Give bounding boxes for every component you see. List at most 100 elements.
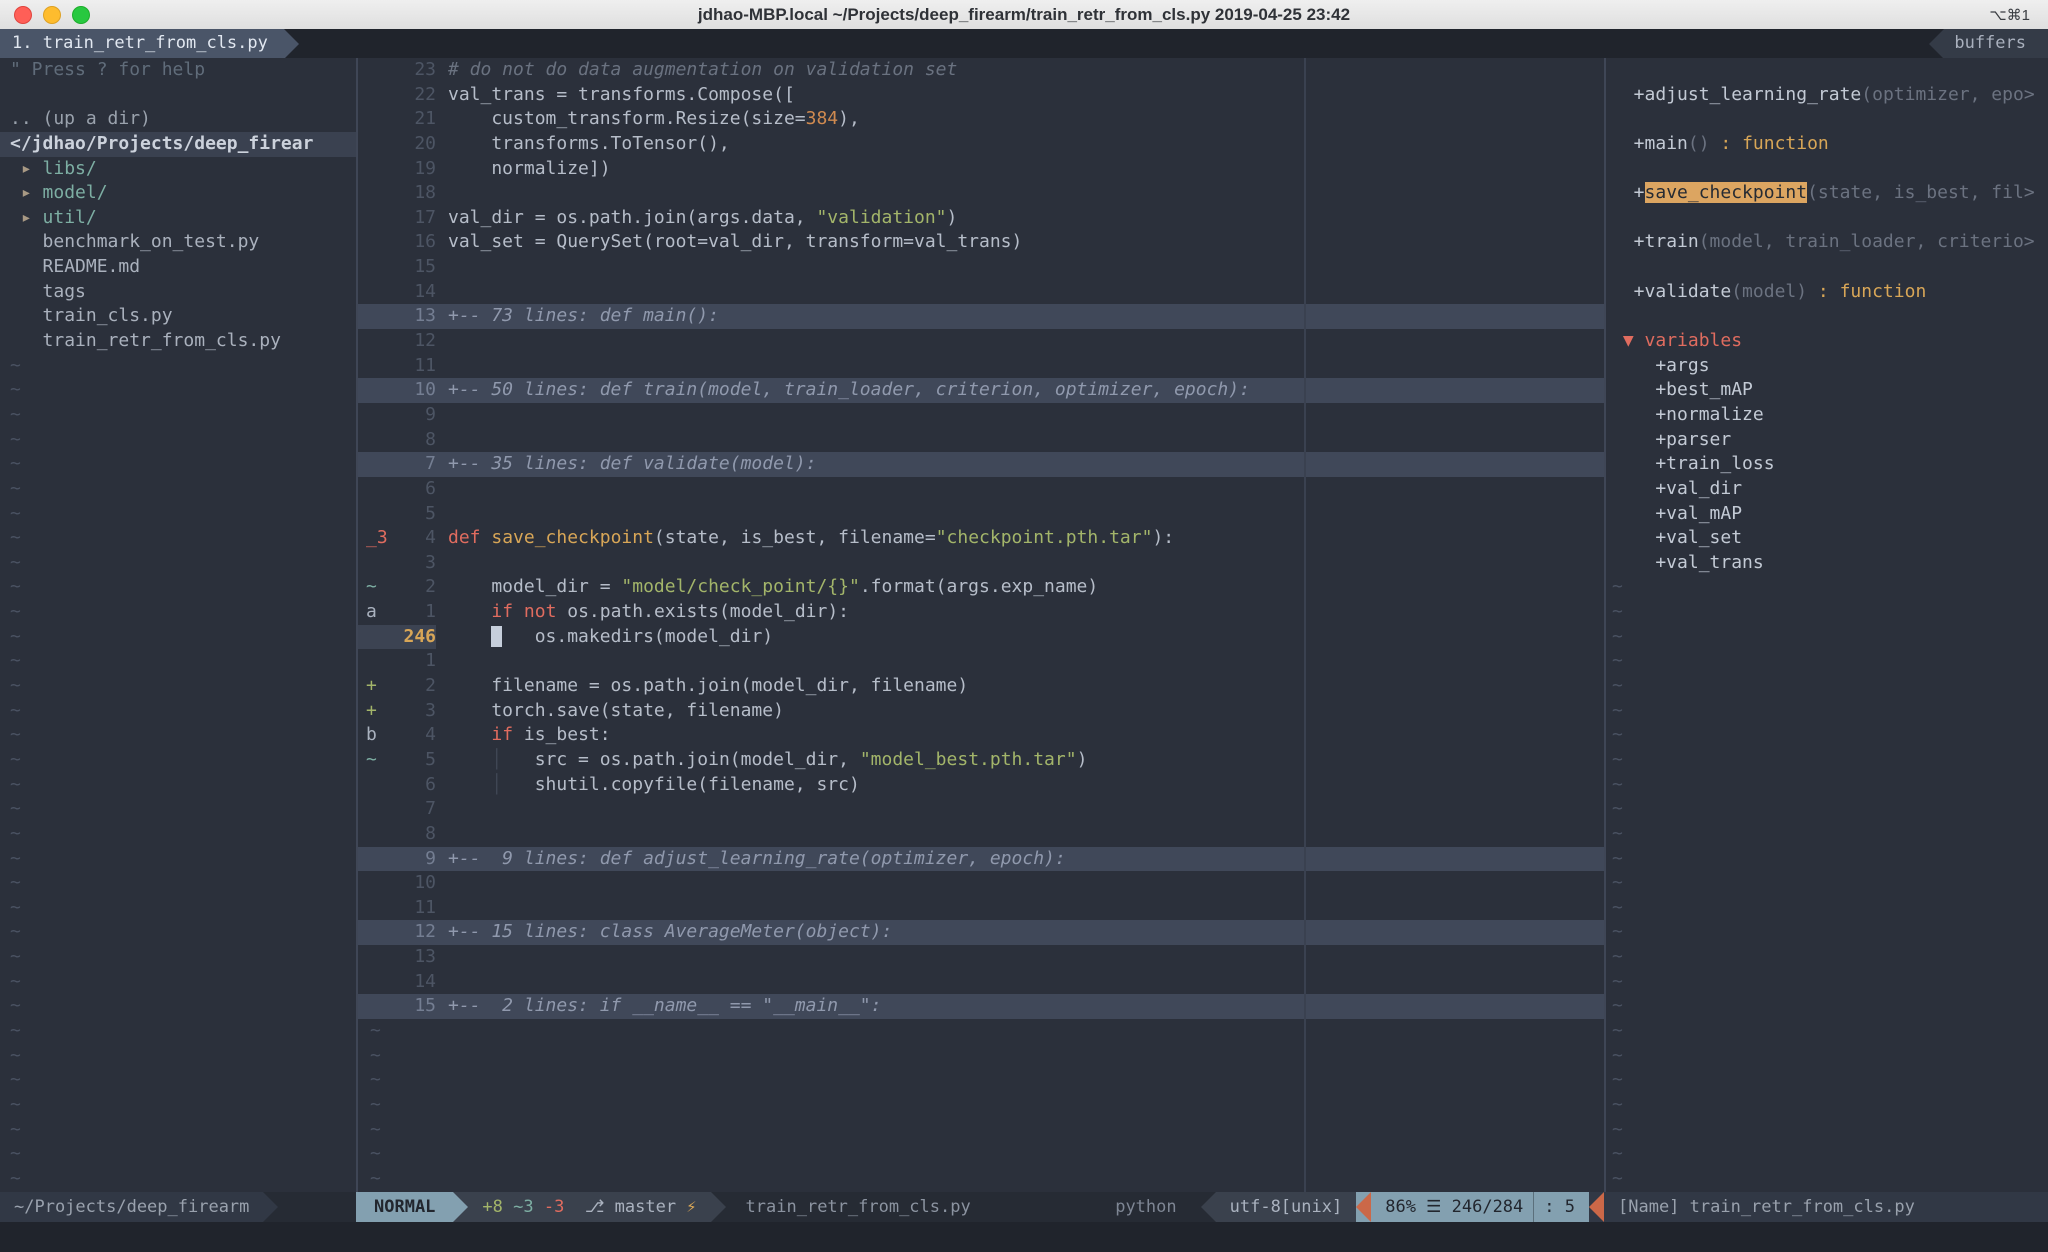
tag-item[interactable]: +args <box>1606 354 2048 379</box>
tag-item[interactable] <box>1606 157 2048 182</box>
token: tags <box>43 281 86 302</box>
code-line[interactable]: _34def save_checkpoint(state, is_best, f… <box>358 526 1606 551</box>
line-number: 10 <box>396 378 436 403</box>
tilde-marker: ~ <box>10 971 21 992</box>
folded-line[interactable]: 12+-- 15 lines: class AverageMeter(objec… <box>358 920 1606 945</box>
tag-item[interactable]: ▼ variables <box>1606 329 2048 354</box>
tag-item[interactable]: +best_mAP <box>1606 378 2048 403</box>
statusline-cursor-column: : 5 <box>1544 1192 1575 1222</box>
code-line[interactable]: 22val_trans = transforms.Compose([ <box>358 83 1606 108</box>
tag-item[interactable] <box>1606 255 2048 280</box>
tag-item[interactable]: +save_checkpoint(state, is_best, fil> <box>1606 181 2048 206</box>
code-line[interactable]: 21 custom_transform.Resize(size=384), <box>358 107 1606 132</box>
code-line[interactable]: 246 os.makedirs(model_dir) <box>358 625 1606 650</box>
tag-item[interactable] <box>1606 58 2048 83</box>
code-line[interactable]: 15 <box>358 255 1606 280</box>
statusline-scroll-position: 86% ☰ 246/284 <box>1385 1192 1523 1222</box>
tag-item[interactable] <box>1606 107 2048 132</box>
tag-item[interactable]: +train(model, train_loader, criterio> <box>1606 230 2048 255</box>
tree-item[interactable] <box>0 83 356 108</box>
tree-item[interactable]: </jdhao/Projects/deep_firear <box>0 132 356 157</box>
tree-item[interactable]: ▸ libs/ <box>0 157 356 182</box>
code-line[interactable]: ~5 │ src = os.path.join(model_dir, "mode… <box>358 748 1606 773</box>
tab-train-retr-from-cls[interactable]: 1. train_retr_from_cls.py <box>0 29 284 58</box>
code-line[interactable]: 19 normalize]) <box>358 157 1606 182</box>
folded-line[interactable]: 15+-- 2 lines: if __name__ == "__main__"… <box>358 994 1606 1019</box>
tag-item[interactable]: +val_set <box>1606 526 2048 551</box>
tree-item[interactable]: README.md <box>0 255 356 280</box>
code-line[interactable]: 23# do not do data augmentation on valid… <box>358 58 1606 83</box>
token: : function <box>1710 133 1829 154</box>
gutter-sign <box>358 920 396 945</box>
tree-item[interactable]: tags <box>0 280 356 305</box>
folded-line[interactable]: 7+-- 35 lines: def validate(model): <box>358 452 1606 477</box>
zoom-button[interactable] <box>72 6 90 24</box>
tree-item[interactable]: train_retr_from_cls.py <box>0 329 356 354</box>
window-controls <box>14 6 90 24</box>
tree-item[interactable]: .. (up a dir) <box>0 107 356 132</box>
folded-line[interactable]: 13+-- 73 lines: def main(): <box>358 304 1606 329</box>
code-line[interactable]: 9 <box>358 403 1606 428</box>
code-line[interactable]: +2 filename = os.path.join(model_dir, fi… <box>358 674 1606 699</box>
code-line[interactable]: 11 <box>358 896 1606 921</box>
code-line[interactable]: 13 <box>358 945 1606 970</box>
close-button[interactable] <box>14 6 32 24</box>
code-line[interactable]: 1 <box>358 649 1606 674</box>
code-line[interactable]: 6 │ shutil.copyfile(filename, src) <box>358 773 1606 798</box>
code-line[interactable]: 8 <box>358 822 1606 847</box>
token: (model) <box>1731 281 1807 302</box>
tag-item[interactable]: +train_loss <box>1606 452 2048 477</box>
tree-item[interactable]: " Press ? for help <box>0 58 356 83</box>
folded-line[interactable]: 9+-- 9 lines: def adjust_learning_rate(o… <box>358 847 1606 872</box>
folded-line[interactable]: 10+-- 50 lines: def train(model, train_l… <box>358 378 1606 403</box>
token: README.md <box>43 256 141 277</box>
tag-item[interactable]: +adjust_learning_rate(optimizer, epo> <box>1606 83 2048 108</box>
token: # do not do data augmentation on validat… <box>448 59 957 80</box>
nerdtree-statusline: ~/Projects/deep_firearm <box>0 1192 356 1222</box>
code-line[interactable]: 5 <box>358 502 1606 527</box>
code-line[interactable]: 14 <box>358 280 1606 305</box>
tag-item[interactable] <box>1606 206 2048 231</box>
tag-item[interactable]: +val_dir <box>1606 477 2048 502</box>
code-line[interactable]: b4 if is_best: <box>358 723 1606 748</box>
code-line[interactable]: 10 <box>358 871 1606 896</box>
code-line[interactable]: 18 <box>358 181 1606 206</box>
token: benchmark_on_test.py <box>43 231 260 252</box>
code-line[interactable]: a1 if not os.path.exists(model_dir): <box>358 600 1606 625</box>
code-line[interactable]: 6 <box>358 477 1606 502</box>
tag-item[interactable]: +parser <box>1606 428 2048 453</box>
tree-item[interactable]: benchmark_on_test.py <box>0 230 356 255</box>
tag-item[interactable] <box>1606 304 2048 329</box>
tilde-marker: ~ <box>358 1118 381 1143</box>
code-line[interactable]: 16val_set = QuerySet(root=val_dir, trans… <box>358 230 1606 255</box>
code-line[interactable]: 8 <box>358 428 1606 453</box>
tag-item[interactable]: +val_mAP <box>1606 502 2048 527</box>
line-number: 1 <box>396 600 436 625</box>
code-line[interactable]: 17val_dir = os.path.join(args.data, "val… <box>358 206 1606 231</box>
tag-item[interactable]: +validate(model) : function <box>1606 280 2048 305</box>
code-line[interactable]: 7 <box>358 797 1606 822</box>
tree-item[interactable]: ▸ util/ <box>0 206 356 231</box>
code-line[interactable]: 3 <box>358 551 1606 576</box>
minimize-button[interactable] <box>43 6 61 24</box>
tilde-marker: ~ <box>10 552 21 573</box>
code-line[interactable]: 14 <box>358 970 1606 995</box>
cursor-block <box>491 626 502 647</box>
code-line[interactable]: 12 <box>358 329 1606 354</box>
buffers-label[interactable]: buffers <box>1944 29 2048 58</box>
code-line[interactable]: +3 torch.save(state, filename) <box>358 699 1606 724</box>
tilde-marker: ~ <box>358 1019 381 1044</box>
empty-line: ~ <box>0 600 356 625</box>
line-number: 2 <box>396 674 436 699</box>
gutter-sign <box>358 403 396 428</box>
tree-item[interactable]: ▸ model/ <box>0 181 356 206</box>
code-line[interactable]: 20 transforms.ToTensor(), <box>358 132 1606 157</box>
line-number: 2 <box>396 575 436 600</box>
code-line[interactable]: 11 <box>358 354 1606 379</box>
tree-item[interactable]: train_cls.py <box>0 304 356 329</box>
tilde-marker: ~ <box>1612 1168 1623 1189</box>
tag-item[interactable]: +val_trans <box>1606 551 2048 576</box>
tag-item[interactable]: +normalize <box>1606 403 2048 428</box>
tag-item[interactable]: +main() : function <box>1606 132 2048 157</box>
code-line[interactable]: ~2 model_dir = "model/check_point/{}".fo… <box>358 575 1606 600</box>
